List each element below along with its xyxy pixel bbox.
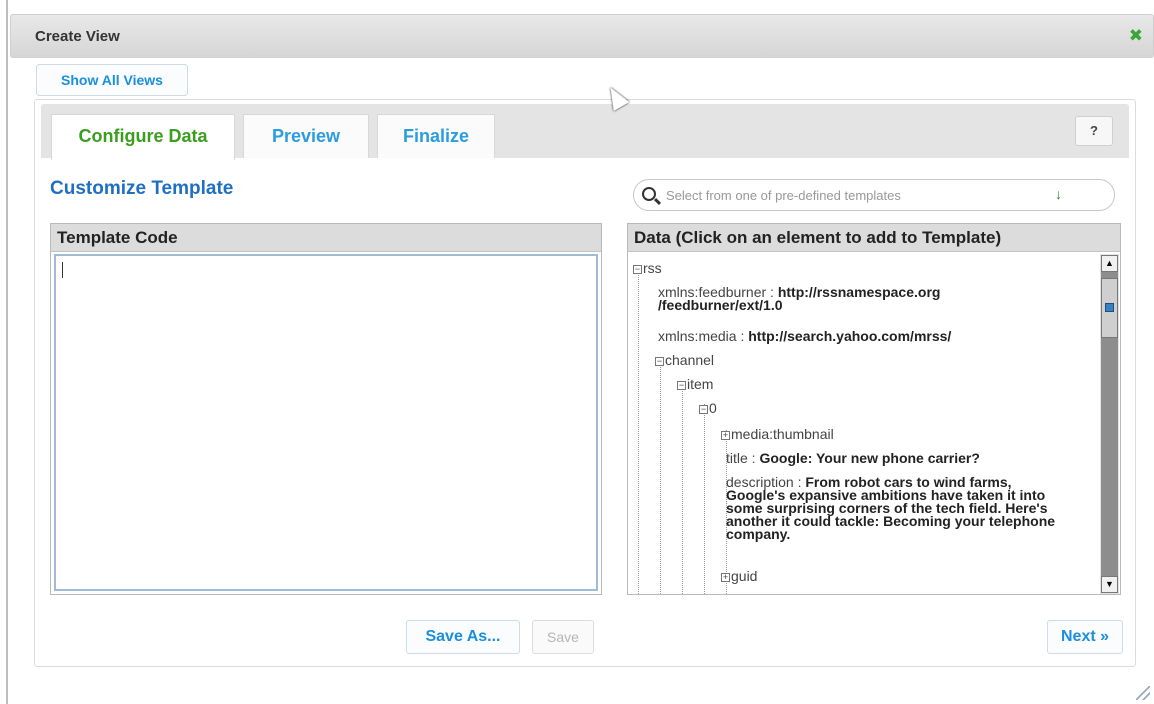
collapse-icon[interactable]: − [677,380,686,390]
tab-finalize[interactable]: Finalize [377,114,495,158]
tree-node-0[interactable]: −0 [699,400,717,416]
data-panel-header: Data (Click on an element to add to Temp… [628,224,1120,252]
data-tree: − rss xmlns:feedburner : http://rssnamesp… [628,254,1098,594]
template-code-panel: Template Code [50,223,602,595]
collapse-icon[interactable]: − [699,404,708,414]
expand-icon[interactable]: + [721,430,730,440]
dialog-title: Create View [35,28,120,45]
show-all-views-button[interactable]: Show All Views [36,64,188,96]
tree-node-title[interactable]: title : Google: Your new phone carrier? [726,450,980,466]
text-caret [62,262,63,278]
tree-guide-line [704,404,705,594]
help-button[interactable]: ? [1075,116,1113,146]
next-button[interactable]: Next » [1047,620,1123,654]
tab-configure-data[interactable]: Configure Data [51,114,235,160]
tree-node-xmlns-feedburner[interactable]: xmlns:feedburner : http://rssnamespace.o… [658,285,1038,312]
tree-node-media-thumbnail[interactable]: + media:thumbnail [721,426,834,442]
tree-node-item[interactable]: − item [677,376,713,392]
wizard-panel: Configure Data Preview Finalize ? Custom… [34,99,1136,667]
tree-node-channel[interactable]: − channel [655,352,714,368]
template-code-editor[interactable] [54,254,598,591]
scroll-grip-icon [1105,303,1114,312]
resize-handle-icon[interactable] [1136,686,1150,700]
tree-guide-line [660,358,661,594]
data-scrollbar[interactable]: ▲ ▼ [1100,254,1119,594]
section-title: Customize Template [50,178,234,199]
window-left-edge [0,0,8,704]
tree-node-xmlns-media[interactable]: xmlns:media : http://search.yahoo.com/mr… [658,328,951,344]
scroll-thumb[interactable] [1101,278,1118,338]
template-code-header: Template Code [51,224,601,252]
tree-node-guid[interactable]: + guid [721,568,757,584]
tree-guide-line [638,266,639,594]
expand-icon[interactable]: + [721,572,730,582]
scroll-down-icon[interactable]: ▼ [1101,576,1118,593]
template-search[interactable]: Select from one of pre-defined templates… [633,179,1115,211]
search-input[interactable]: Select from one of pre-defined templates [666,188,901,203]
tree-guide-line [682,382,683,594]
dialog-titlebar[interactable]: Create View ✖ [10,14,1154,58]
tree-node-rss[interactable]: − rss [633,260,662,276]
tab-bar: Configure Data Preview Finalize ? [41,104,1129,160]
tree-node-description[interactable]: description : From robot cars to wind fa… [726,475,1058,541]
tab-preview[interactable]: Preview [243,114,369,158]
save-button[interactable]: Save [532,620,594,654]
data-panel: Data (Click on an element to add to Temp… [627,223,1121,595]
search-icon [642,187,656,201]
dropdown-arrow-icon[interactable]: ↓ [1055,186,1062,202]
collapse-icon[interactable]: − [655,356,664,366]
create-view-dialog: Create View ✖ Show All Views Configure D… [10,6,1154,704]
scroll-up-icon[interactable]: ▲ [1101,255,1118,272]
collapse-icon[interactable]: − [633,264,642,274]
save-as-button[interactable]: Save As... [406,620,520,654]
close-icon[interactable]: ✖ [1129,26,1143,46]
